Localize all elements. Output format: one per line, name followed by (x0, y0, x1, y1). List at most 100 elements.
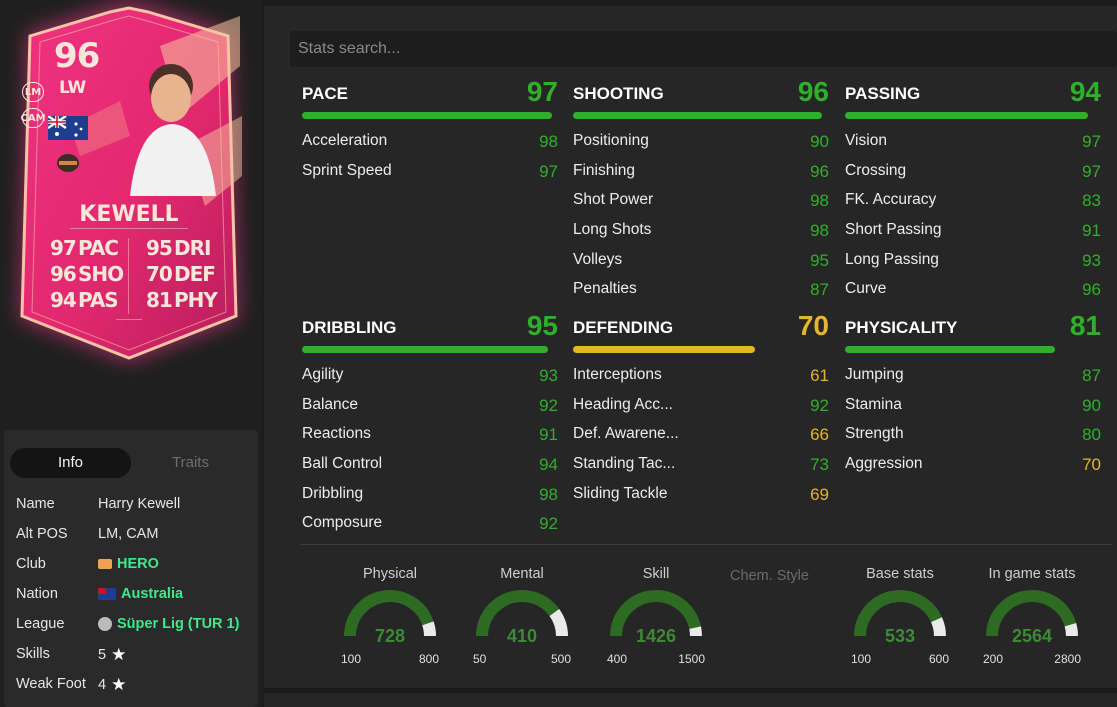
stat-name: Balance (302, 395, 359, 413)
stat-row: Composure 92 (302, 514, 558, 544)
stat-value: 96 (810, 161, 829, 181)
category-header: SHOOTING 96 (573, 76, 829, 112)
card-stat-value: 70 (146, 262, 173, 286)
stat-name: Strength (845, 425, 904, 443)
stat-name: Long Shots (573, 221, 652, 239)
club-crest-icon (57, 154, 79, 172)
stat-category-shooting: SHOOTING 96 Positioning 90 Finishing 96 Shot P… (573, 76, 829, 299)
info-value[interactable]: Süper Lig (TUR 1) (98, 616, 239, 632)
gauge-label: Mental (500, 566, 544, 582)
stat-value: 70 (1082, 455, 1101, 475)
stat-name: Long Passing (845, 250, 939, 268)
gauge-min: 100 (851, 652, 872, 666)
category-value: 97 (526, 76, 558, 107)
category-value: 81 (1069, 310, 1101, 341)
info-row-club: Club HERO (16, 556, 256, 580)
stat-value: 80 (1082, 425, 1101, 445)
card-stat-label: SHO (78, 262, 124, 286)
stat-value: 90 (810, 132, 829, 151)
stat-row: FK. Accuracy 83 (845, 191, 1101, 221)
stat-value: 92 (539, 514, 558, 534)
stat-row: Strength 80 (845, 425, 1101, 455)
stat-row: Heading Acc... 92 (573, 396, 829, 426)
gauge-max: 500 (550, 652, 571, 666)
gauge-physical: Physical 728 100 800 (335, 566, 445, 666)
flag-icon (98, 588, 116, 600)
stat-name: Interceptions (573, 366, 662, 383)
info-value[interactable]: HERO (98, 556, 159, 572)
stat-name: Jumping (845, 366, 904, 383)
league-icon (98, 617, 112, 631)
stat-list: Jumping 87 Stamina 90 Strength 80 Aggression 70 (845, 366, 1101, 485)
stat-row: Sprint Speed 97 (302, 162, 558, 192)
category-title: DEFENDING (573, 318, 674, 337)
category-header: PHYSICALITY 81 (845, 310, 1101, 346)
gauge-label: In game stats (988, 566, 1076, 582)
stat-name: Shot Power (573, 191, 654, 209)
stat-value: 91 (1082, 221, 1101, 241)
stat-value: 73 (810, 455, 829, 475)
left-column: 96 LW LM CAM KEWELL 97 PAC 96 SHO 94 PAS… (0, 0, 262, 707)
stat-category-defending: DEFENDING 70 Interceptions 61 Heading Acc...… (573, 310, 829, 504)
stat-name: Vision (845, 132, 887, 149)
stat-value: 90 (1082, 395, 1101, 415)
club-link[interactable]: HERO (117, 556, 159, 572)
stat-value: 98 (539, 132, 558, 151)
gauge-label: Physical (363, 566, 417, 582)
alt-positions-value: LM, CAM (98, 526, 159, 542)
stat-row: Dribbling 98 (302, 485, 558, 515)
category-title: SHOOTING (573, 84, 664, 103)
stat-name: Composure (302, 514, 383, 532)
stat-value: 91 (539, 425, 558, 445)
stat-row: Sliding Tackle 69 (573, 485, 829, 515)
stat-value: 87 (1082, 366, 1101, 385)
gauge-min: 200 (983, 652, 1004, 666)
stat-category-physicality: PHYSICALITY 81 Jumping 87 Stamina 90 Strength 8… (845, 310, 1101, 474)
tab-info[interactable]: Info (10, 448, 131, 478)
category-header: PACE 97 (302, 76, 558, 112)
section-divider (300, 544, 1112, 545)
category-value: 70 (797, 310, 829, 341)
category-value: 96 (797, 76, 829, 107)
category-bar (845, 346, 1055, 353)
category-bar (573, 112, 822, 119)
stat-row: Def. Awarene... 66 (573, 425, 829, 455)
stat-value: 94 (539, 455, 558, 475)
card-stat-value: 95 (146, 236, 173, 260)
gauge-max: 600 (928, 652, 949, 666)
nation-link[interactable]: Australia (121, 586, 183, 602)
card-divider (70, 228, 188, 229)
stat-name: Aggression (845, 455, 923, 473)
stat-value: 61 (810, 366, 829, 385)
info-value[interactable]: Australia (98, 586, 183, 602)
tab-traits[interactable]: Traits (131, 448, 250, 478)
stat-name: Finishing (573, 161, 636, 179)
stat-name: Reactions (302, 425, 371, 443)
stats-search-input[interactable] (298, 31, 1098, 67)
star-icon: ★ (111, 645, 127, 664)
category-title: PHYSICALITY (845, 318, 958, 337)
league-link[interactable]: Süper Lig (TUR 1) (117, 616, 239, 632)
stat-name: Crossing (845, 161, 907, 179)
stat-list: Positioning 90 Finishing 96 Shot Power 98 Long… (573, 132, 829, 310)
stat-name: Positioning (573, 132, 649, 149)
category-value: 95 (526, 310, 558, 341)
stat-row: Penalties 87 (573, 280, 829, 310)
gauge-mental: Mental 410 50 500 (467, 566, 577, 666)
chem-style-label[interactable]: Chem. Style (730, 568, 809, 584)
stat-name: Sliding Tackle (573, 484, 668, 502)
card-divider (128, 238, 129, 314)
stat-row: Short Passing 91 (845, 221, 1101, 251)
stat-row: Acceleration 98 (302, 132, 558, 162)
card-stat-value: 94 (50, 288, 77, 312)
skills-value: 5 (98, 646, 107, 663)
gauge-max: 1500 (678, 652, 705, 666)
info-value: Harry Kewell (98, 496, 180, 512)
stat-row: Balance 92 (302, 396, 558, 426)
stat-value: 97 (539, 161, 558, 181)
stat-name: FK. Accuracy (845, 191, 937, 209)
info-key: Alt POS (16, 526, 68, 542)
stat-row: Agility 93 (302, 366, 558, 396)
gauge-skill: Skill 1426 400 1500 (601, 566, 711, 666)
stats-search (290, 31, 1117, 67)
